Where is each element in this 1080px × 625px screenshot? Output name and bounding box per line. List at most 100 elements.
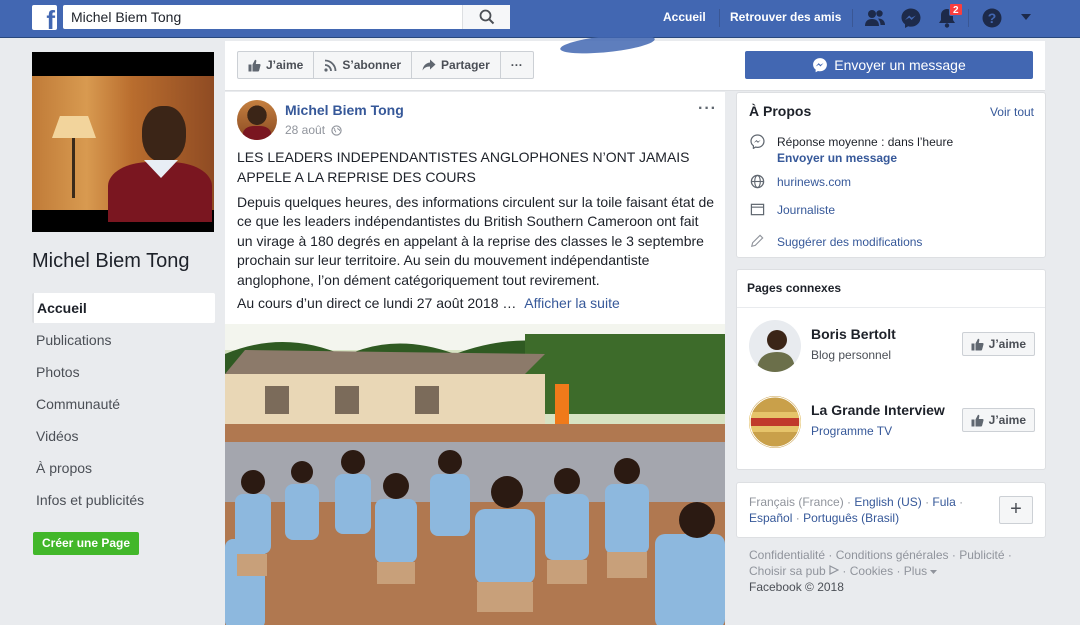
footer-link-more[interactable]: Plus: [904, 564, 927, 578]
post-continuation-text: Au cours d’un direct ce lundi 27 août 20…: [237, 295, 517, 311]
tag-icon: [749, 202, 765, 218]
related-like-button[interactable]: J’aime: [961, 332, 1035, 356]
pencil-icon: [749, 234, 765, 250]
separator: ·: [828, 548, 833, 562]
search-icon: [479, 9, 495, 25]
create-page-button[interactable]: Créer une Page: [33, 532, 140, 555]
profile-picture[interactable]: [32, 52, 214, 232]
caret-down-icon: [930, 570, 938, 574]
page-title[interactable]: Michel Biem Tong: [32, 250, 215, 273]
related-page-name[interactable]: La Grande Interview: [811, 402, 945, 418]
related-page-name[interactable]: Boris Bertolt: [811, 326, 896, 342]
avatar[interactable]: [749, 320, 801, 372]
like-page-button[interactable]: J’aime: [238, 52, 315, 78]
language-link[interactable]: Fula: [932, 495, 955, 509]
follow-page-button[interactable]: S’abonner: [314, 52, 413, 78]
sidebar-item-videos[interactable]: Vidéos: [32, 421, 215, 451]
sidebar-item-publications[interactable]: Publications: [32, 325, 215, 355]
thumbs-up-icon: [248, 59, 261, 72]
category-link[interactable]: Journaliste: [777, 202, 835, 218]
language-list: Français (France) · English (US) · Fula …: [749, 494, 989, 526]
sidebar-item-infos-publicites[interactable]: Infos et publicités: [32, 485, 215, 515]
see-all-link[interactable]: Voir tout: [990, 105, 1034, 119]
post-photo-schoolchildren[interactable]: [225, 324, 725, 625]
sidebar-item-photos[interactable]: Photos: [32, 357, 215, 387]
avatar[interactable]: [237, 100, 277, 140]
suggest-edits-link[interactable]: Suggérer des modifications: [777, 234, 922, 250]
post-headline: LES LEADERS INDEPENDANTISTES ANGLOPHONES…: [237, 149, 690, 185]
page-action-bar: J’aime S’abonner Partager ··· Envoyer un…: [225, 41, 1045, 91]
messenger-icon[interactable]: [900, 7, 922, 29]
thumbs-up-icon: [971, 338, 984, 351]
current-language: Français (France): [749, 495, 844, 509]
separator: ·: [1007, 548, 1012, 562]
globe-icon: [331, 124, 342, 136]
help-icon[interactable]: ?: [981, 7, 1003, 29]
sidebar-item-accueil[interactable]: Accueil: [32, 293, 215, 323]
page-sidebar: Michel Biem Tong Accueil Publications Ph…: [32, 52, 215, 555]
facebook-f-icon[interactable]: f: [32, 5, 57, 30]
friends-icon[interactable]: [864, 7, 886, 29]
separator: ·: [959, 495, 964, 509]
more-actions-button[interactable]: ···: [501, 52, 533, 78]
category-row: Journaliste: [749, 202, 835, 218]
like-label: J’aime: [988, 337, 1026, 351]
svg-text:?: ?: [988, 10, 997, 26]
footer-link-advertising[interactable]: Publicité: [959, 548, 1004, 562]
divider: [737, 307, 1045, 308]
post-card: Michel Biem Tong 28 août ··· LES LEADERS…: [225, 92, 725, 625]
sidebar-item-communaute[interactable]: Communauté: [32, 389, 215, 419]
follow-label: S’abonner: [342, 58, 402, 72]
post-options-button[interactable]: ···: [698, 100, 717, 118]
add-language-button[interactable]: +: [999, 496, 1033, 524]
see-more-link[interactable]: Afficher la suite: [524, 295, 619, 311]
copyright: Facebook © 2018: [749, 580, 844, 594]
globe-icon: [749, 174, 765, 190]
language-link[interactable]: Español: [749, 511, 792, 525]
footer-link-ad-choices[interactable]: Choisir sa pub: [749, 564, 826, 578]
response-time-text: Réponse moyenne : dans l’heure: [777, 135, 954, 149]
separator: ·: [951, 548, 956, 562]
page-tab-nav: Accueil Publications Photos Communauté V…: [32, 293, 215, 515]
related-page-category[interactable]: Programme TV: [811, 424, 892, 438]
separator: ·: [896, 564, 901, 578]
nav-divider: [852, 9, 853, 27]
about-title: À Propos: [749, 103, 812, 119]
website-link[interactable]: hurinews.com: [777, 174, 851, 190]
post-timestamp: 28 août: [285, 123, 342, 137]
post-author-link[interactable]: Michel Biem Tong: [285, 102, 404, 118]
post-body-text: Depuis quelques heures, des informations…: [237, 194, 715, 288]
footer-link-terms[interactable]: Conditions générales: [836, 548, 949, 562]
post-date-link[interactable]: 28 août: [285, 123, 325, 137]
share-page-button[interactable]: Partager: [412, 52, 501, 78]
search-input[interactable]: [63, 5, 463, 29]
page-footer: Confidentialité · Conditions générales ·…: [749, 547, 1049, 595]
nav-home-link[interactable]: Accueil: [663, 10, 706, 24]
suggest-edits-row: Suggérer des modifications: [749, 234, 922, 250]
send-message-button[interactable]: Envoyer un message: [745, 51, 1033, 79]
related-like-button[interactable]: J’aime: [961, 408, 1035, 432]
separator: ·: [842, 564, 847, 578]
separator: ·: [847, 495, 852, 509]
send-message-label: Envoyer un message: [834, 57, 966, 73]
notifications-badge: 2: [949, 3, 963, 16]
search-button[interactable]: [462, 5, 510, 29]
nav-find-friends-link[interactable]: Retrouver des amis: [730, 10, 841, 24]
footer-link-cookies[interactable]: Cookies: [850, 564, 893, 578]
language-selector-card: Français (France) · English (US) · Fula …: [736, 482, 1046, 538]
footer-link-privacy[interactable]: Confidentialité: [749, 548, 825, 562]
sidebar-item-a-propos[interactable]: À propos: [32, 453, 215, 483]
about-send-message-link[interactable]: Envoyer un message: [777, 150, 953, 166]
language-link[interactable]: Português (Brasil): [803, 511, 899, 525]
nav-divider: [968, 9, 969, 27]
thumbs-up-icon: [971, 414, 984, 427]
language-link[interactable]: English (US): [854, 495, 921, 509]
response-time-row: Réponse moyenne : dans l’heure Envoyer u…: [749, 134, 953, 166]
avatar[interactable]: [749, 396, 801, 448]
ad-choices-icon: [829, 565, 840, 575]
top-navigation-bar: f Accueil Retrouver des amis 2 ?: [0, 0, 1080, 38]
related-pages-title: Pages connexes: [747, 281, 842, 295]
like-label: J’aime: [266, 58, 304, 72]
related-pages-card: Pages connexes Boris Bertolt Blog person…: [736, 269, 1046, 470]
chevron-down-icon[interactable]: [1019, 10, 1033, 24]
